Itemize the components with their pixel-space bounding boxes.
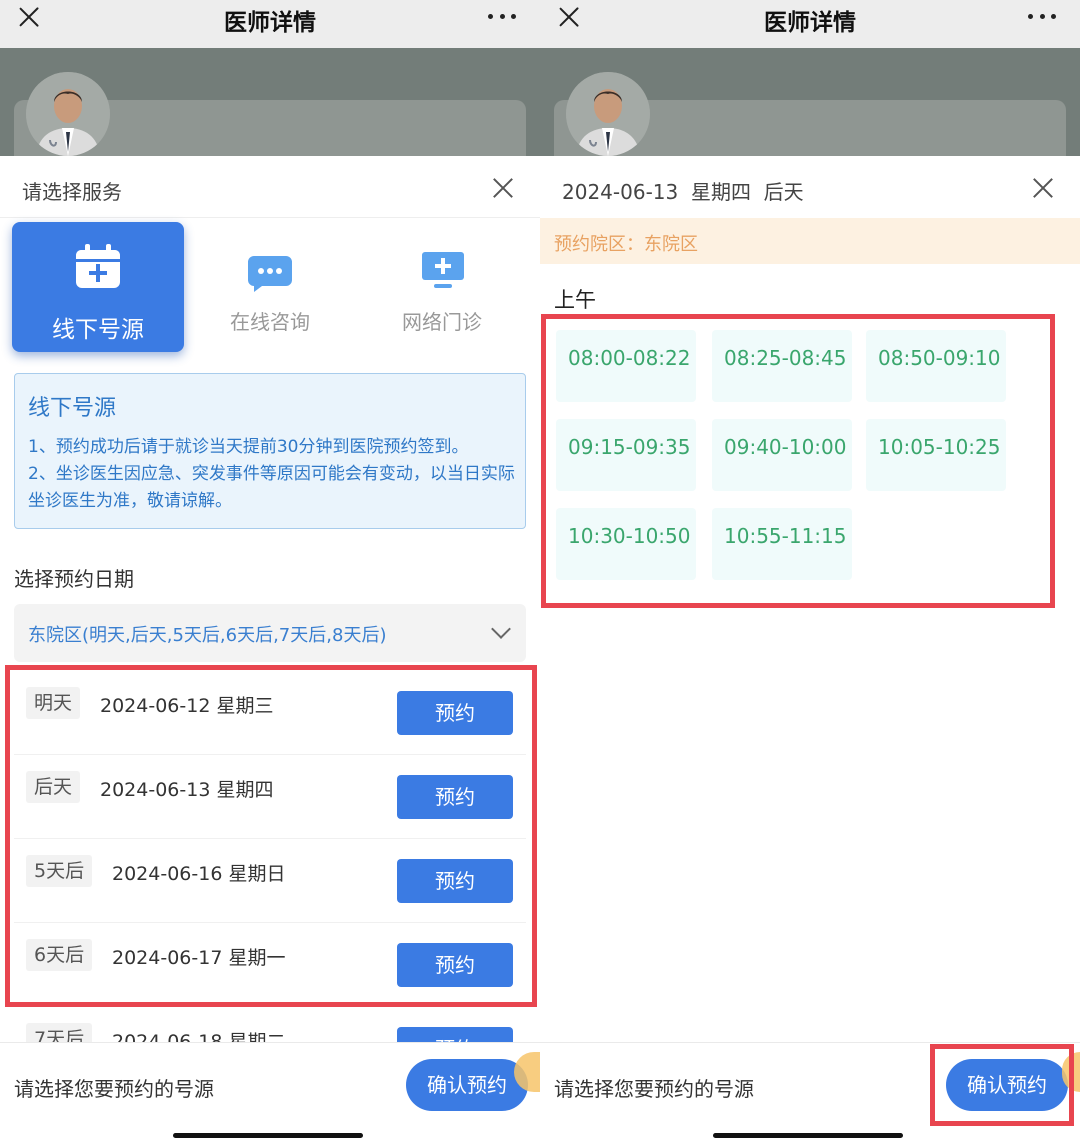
home-indicator — [713, 1133, 903, 1138]
title-bar: 医师详情 — [540, 0, 1080, 48]
doctor-header — [0, 48, 540, 156]
campus-select[interactable]: 东院区(明天,后天,5天后,6天后,7天后,8天后) — [14, 604, 526, 662]
avatar — [566, 72, 650, 156]
avatar — [26, 72, 110, 156]
monitor-plus-icon — [422, 252, 464, 288]
notice-box: 线下号源 1、预约成功后请于就诊当天提前30分钟到医院预约签到。 2、坐诊医生因… — [14, 373, 526, 529]
sheet-close-icon[interactable] — [492, 177, 514, 199]
calendar-plus-icon — [76, 244, 120, 288]
period-label: 上午 — [554, 288, 596, 312]
selected-date-title: 2024-06-13 星期四 后天 — [562, 180, 804, 204]
highlight-box — [930, 1044, 1074, 1126]
tab-online-clinic[interactable]: 网络门诊 — [356, 222, 528, 352]
confirm-button[interactable]: 确认预约 — [406, 1059, 528, 1111]
more-icon[interactable] — [1028, 14, 1056, 20]
sheet-close-icon[interactable] — [1032, 177, 1054, 199]
chat-bubble-icon — [248, 256, 292, 292]
highlight-box — [541, 314, 1055, 608]
title-bar: 医师详情 — [0, 0, 540, 48]
tab-online-consult[interactable]: 在线咨询 — [184, 222, 356, 352]
date-section-title: 选择预约日期 — [14, 567, 134, 591]
more-icon[interactable] — [488, 14, 516, 20]
bottom-prompt: 请选择您要预约的号源 — [554, 1077, 754, 1101]
tab-label: 在线咨询 — [230, 310, 310, 334]
doctor-header — [540, 48, 1080, 156]
campus-banner: 预约院区：东院区 — [540, 218, 1080, 264]
notice-title: 线下号源 — [28, 396, 117, 421]
tab-offline-appointment[interactable]: 线下号源 — [12, 222, 184, 352]
tab-label: 网络门诊 — [402, 310, 482, 334]
home-indicator — [173, 1133, 363, 1138]
bottom-prompt: 请选择您要预约的号源 — [14, 1077, 214, 1101]
sheet-header: 2024-06-13 星期四 后天 — [540, 156, 1080, 218]
timeslot-sheet: 2024-06-13 星期四 后天 预约院区：东院区 上午 08:00-08:2… — [540, 156, 1080, 1144]
sheet-header: 请选择服务 — [0, 156, 540, 218]
left-panel: 医师详情 请选择服务 线下号源 在线咨询 网络门诊 线下号源 1、预约成功后请于… — [0, 0, 540, 1144]
bottom-bar: 请选择您要预约的号源 确认预约 — [0, 1042, 540, 1144]
chevron-down-icon — [491, 619, 511, 639]
right-panel: 医师详情 2024-06-13 星期四 后天 预约院区：东院区 上午 08:00… — [540, 0, 1080, 1144]
sheet-title: 请选择服务 — [22, 180, 122, 204]
highlight-box — [5, 665, 537, 1007]
tab-label: 线下号源 — [52, 317, 144, 343]
campus-banner-text: 预约院区：东院区 — [554, 234, 698, 255]
page-title: 医师详情 — [764, 10, 856, 36]
notice-body: 1、预约成功后请于就诊当天提前30分钟到医院预约签到。 2、坐诊医生因应急、突发… — [28, 437, 515, 511]
campus-select-value: 东院区(明天,后天,5天后,6天后,7天后,8天后) — [28, 625, 387, 646]
page-title: 医师详情 — [224, 10, 316, 36]
